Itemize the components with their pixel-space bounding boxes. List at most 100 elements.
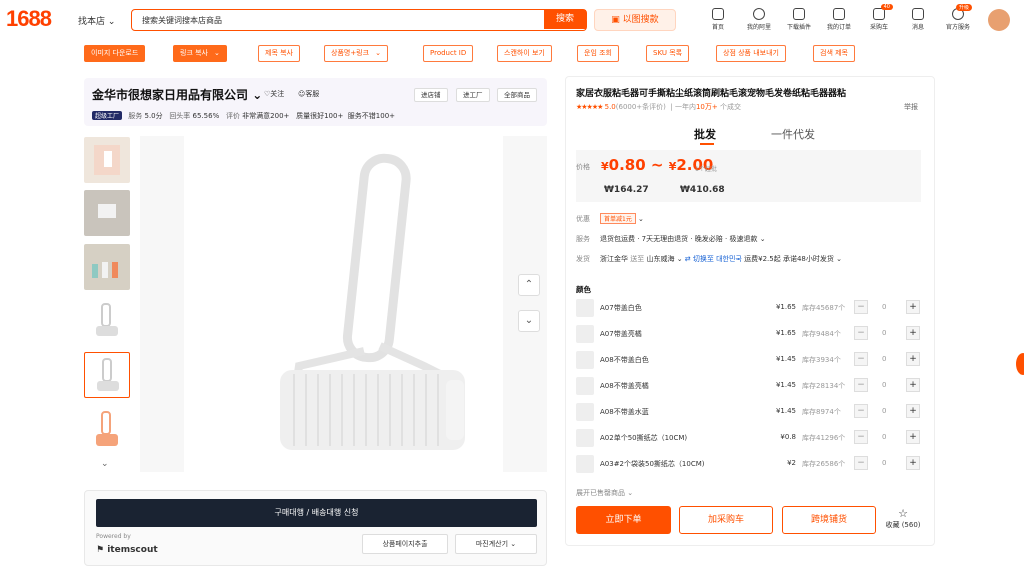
- nav-download-plugin[interactable]: 下载插件: [781, 8, 817, 31]
- link-copy-button[interactable]: 링크 복사 ⌄: [173, 45, 227, 62]
- search-button[interactable]: 搜索: [544, 10, 586, 29]
- find-store-dropdown[interactable]: 找本店 ⌄: [78, 14, 115, 27]
- switch-korea-link[interactable]: ⇄ 切换至 대한민국: [685, 255, 742, 263]
- ship-to-dropdown[interactable]: 山东威海: [646, 255, 674, 263]
- ship-label: 发货: [576, 255, 590, 263]
- chevron-up-icon: ⌃: [524, 279, 534, 290]
- qty-plus-button[interactable]: +: [906, 378, 920, 392]
- top-header: 1688 找本店 ⌄ 搜索关键词搜本店商品 搜索 ▣ 以图搜款 首页 我的阿里 …: [0, 0, 1024, 40]
- itemscout-icon: ⚑: [96, 545, 108, 555]
- qty-plus-button[interactable]: +: [906, 404, 920, 418]
- main-product-image[interactable]: [140, 136, 547, 472]
- image-search-button[interactable]: ▣ 以图搜款: [594, 9, 676, 31]
- product-id-button[interactable]: Product ID: [423, 45, 474, 62]
- title-copy-button[interactable]: 제목 복사: [258, 45, 300, 62]
- thumbnail-2[interactable]: [84, 190, 130, 236]
- qty-input[interactable]: 0: [882, 381, 886, 389]
- qty-input[interactable]: 0: [882, 433, 886, 441]
- search-title-button[interactable]: 검색 제목: [813, 45, 855, 62]
- chevron-down-icon[interactable]: ⌄: [101, 459, 109, 469]
- freight-query-button[interactable]: 운임 조회: [577, 45, 619, 62]
- follow-button[interactable]: ♡关注: [264, 89, 284, 99]
- sku-thumb[interactable]: [576, 403, 594, 421]
- swap-icon: ⇄: [684, 255, 693, 263]
- cross-border-button[interactable]: 跨境铺货: [782, 506, 876, 534]
- sku-thumb[interactable]: [576, 377, 594, 395]
- qty-plus-button[interactable]: +: [906, 352, 920, 366]
- tab-wholesale[interactable]: 批发: [694, 126, 716, 142]
- qty-input[interactable]: 0: [882, 459, 886, 467]
- qty-minus-button[interactable]: −: [854, 300, 868, 314]
- tab-dropship[interactable]: 一件代发: [771, 126, 815, 142]
- sku-row: A08不带盖白色 ¥1.45 库存3934个 −0 +: [576, 349, 921, 371]
- qty-minus-button[interactable]: −: [854, 430, 868, 444]
- margin-calc-button[interactable]: 마진계산기 ⌄: [455, 534, 537, 554]
- shop-name[interactable]: 金华市很想家日用品有限公司 ⌄: [92, 86, 262, 103]
- qty-minus-button[interactable]: −: [854, 404, 868, 418]
- qty-plus-button[interactable]: +: [906, 326, 920, 340]
- all-products-button[interactable]: 全部商品: [497, 88, 537, 102]
- thumbnail-5-selected[interactable]: [84, 352, 130, 398]
- qty-plus-button[interactable]: +: [906, 430, 920, 444]
- nav-my-ali[interactable]: 我的阿里: [741, 8, 777, 31]
- report-link[interactable]: 举报: [904, 102, 918, 112]
- sku-thumb[interactable]: [576, 455, 594, 473]
- image-download-button[interactable]: 이미지 다운로드: [84, 45, 146, 62]
- image-down-arrow[interactable]: ⌄: [518, 310, 540, 332]
- thumbnail-3[interactable]: [84, 244, 130, 290]
- qty-plus-button[interactable]: +: [906, 456, 920, 470]
- camera-icon: ▣: [611, 15, 623, 25]
- scan-view-button[interactable]: 스캔하이 보기: [497, 45, 552, 62]
- side-float-button[interactable]: [1016, 353, 1024, 375]
- heart-icon: [753, 8, 765, 20]
- search-box: 搜索关键词搜本店商品 搜索: [131, 9, 587, 31]
- nav-official-service[interactable]: 升级 官方服务: [940, 4, 976, 31]
- sku-thumb[interactable]: [576, 299, 594, 317]
- sku-thumb[interactable]: [576, 429, 594, 447]
- coupon-row[interactable]: 首单减1元 ⌄: [600, 213, 644, 224]
- avatar[interactable]: [988, 9, 1010, 31]
- add-to-cart-button[interactable]: 加采购车: [679, 506, 773, 534]
- qty-input[interactable]: 0: [882, 303, 886, 311]
- search-input[interactable]: 搜索关键词搜本店商品: [142, 15, 222, 26]
- page-extract-button[interactable]: 상품페이지추출: [362, 534, 448, 554]
- qty-input[interactable]: 0: [882, 355, 886, 363]
- logo-1688[interactable]: 1688: [6, 6, 52, 32]
- sku-list-button[interactable]: SKU 목록: [646, 45, 690, 62]
- nav-my-orders[interactable]: 我的订单: [821, 8, 857, 31]
- qty-input[interactable]: 0: [882, 407, 886, 415]
- enter-factory-button[interactable]: 进工厂: [456, 88, 490, 102]
- nav-home[interactable]: 首页: [700, 8, 736, 31]
- favorite-button[interactable]: ☆ 收藏 (560): [884, 507, 922, 530]
- product-name-link-button[interactable]: 상품명+링크 ⌄: [324, 45, 388, 62]
- nav-cart[interactable]: 40 采购车: [861, 4, 897, 31]
- upgrade-badge: 升级: [955, 4, 972, 11]
- export-products-button[interactable]: 상점 상품 내보내기: [716, 45, 786, 62]
- thumbnail-4[interactable]: [84, 298, 130, 344]
- qty-input[interactable]: 0: [882, 329, 886, 337]
- sku-thumb[interactable]: [576, 325, 594, 343]
- thumbnail-6[interactable]: [84, 406, 130, 452]
- sku-row: A07带盖亮橘 ¥1.65 库存9484个 −0 +: [576, 323, 921, 345]
- customer-service-button[interactable]: ☺客服: [298, 89, 319, 99]
- buy-agent-button[interactable]: 구매대행 / 배송대행 신청: [96, 499, 537, 527]
- review-count[interactable]: (6000+条评价): [616, 103, 666, 111]
- expand-soldout-link[interactable]: 展开已售罄商品 ⌄: [576, 488, 633, 498]
- qty-minus-button[interactable]: −: [854, 326, 868, 340]
- enter-store-button[interactable]: 进店铺: [414, 88, 448, 102]
- nav-messages[interactable]: 消息: [900, 8, 936, 31]
- qty-minus-button[interactable]: −: [854, 456, 868, 470]
- image-up-arrow[interactable]: ⌃: [518, 274, 540, 296]
- cart-badge: 40: [880, 4, 893, 10]
- service-row[interactable]: 退货包运费 · 7天无理由退货 · 晚发必赔 · 极速退款 ⌄: [600, 234, 766, 244]
- sku-row: A08不带盖亮橘 ¥1.45 库存28134个 −0 +: [576, 375, 921, 397]
- sku-thumb[interactable]: [576, 351, 594, 369]
- qty-minus-button[interactable]: −: [854, 352, 868, 366]
- qty-plus-button[interactable]: +: [906, 300, 920, 314]
- qty-minus-button[interactable]: −: [854, 378, 868, 392]
- home-icon: [712, 8, 724, 20]
- thumbnail-1[interactable]: [84, 137, 130, 183]
- sku-row: A08不带盖水蓝 ¥1.45 库存8974个 −0 +: [576, 401, 921, 423]
- plugin-icon: [793, 8, 805, 20]
- order-now-button[interactable]: 立即下单: [576, 506, 671, 534]
